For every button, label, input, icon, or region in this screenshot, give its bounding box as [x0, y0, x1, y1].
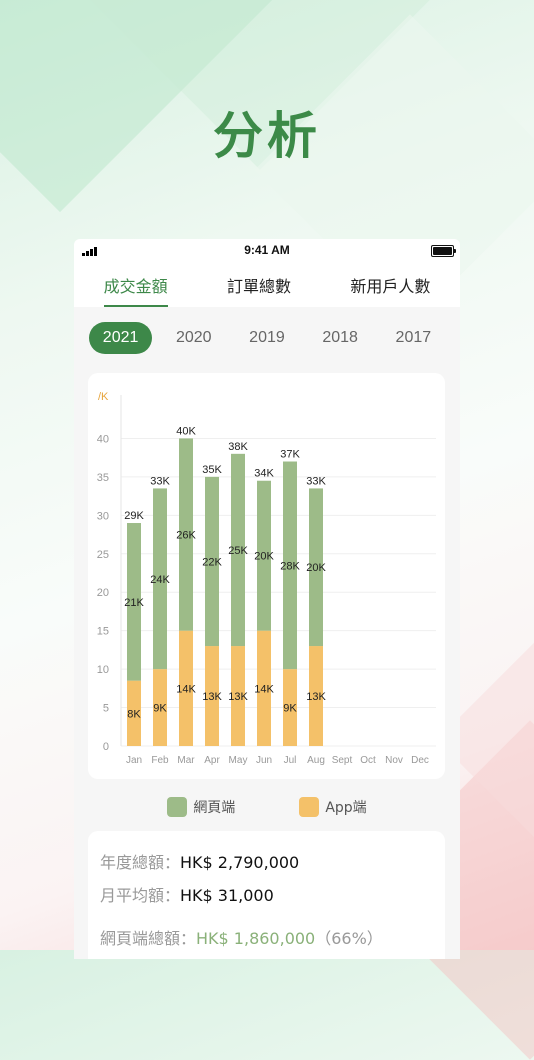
monthly-average-value: HK$ 31,000: [180, 886, 274, 905]
data-label-app: 9K: [153, 703, 167, 715]
data-label-total: 37K: [280, 449, 300, 461]
x-tick-label: Dec: [411, 755, 429, 766]
data-label-total: 33K: [306, 475, 326, 487]
x-tick-label: Apr: [204, 755, 220, 766]
chart-card: 0 5 10 15 20 25 30 35 40/K Jan 8K 21K 29K Feb 9K 24K 33K…: [88, 373, 445, 779]
data-label-web: 25K: [228, 545, 248, 557]
monthly-average-row: 月平均額：HK$ 31,000: [100, 882, 274, 906]
status-bar: 9:41 AM: [74, 239, 460, 263]
data-label-web: 28K: [280, 560, 300, 572]
year-option[interactable]: 2020: [162, 322, 226, 354]
data-label-total: 35K: [202, 464, 222, 476]
data-label-app: 9K: [283, 703, 297, 715]
phone-screen: 9:41 AM 成交金額 訂單總數 新用戶人數 2021 2020 2019 2…: [74, 239, 460, 959]
x-tick-label: Feb: [151, 755, 169, 766]
y-tick-label: 35: [97, 472, 109, 484]
data-label-web: 20K: [254, 551, 274, 563]
year-option[interactable]: 2019: [235, 322, 299, 354]
chart-legend: 網頁端 App端: [74, 797, 460, 817]
monthly-average-label: 月平均額：: [100, 886, 181, 905]
data-label-app: 14K: [176, 683, 196, 695]
y-tick-label: 20: [97, 587, 109, 599]
y-tick-label: 5: [103, 703, 109, 715]
data-label-total: 38K: [228, 441, 248, 453]
data-label-web: 22K: [202, 556, 222, 568]
x-tick-label: Sept: [332, 755, 353, 766]
web-total-percent: （66%）: [315, 929, 383, 948]
data-label-app: 13K: [228, 691, 248, 703]
annual-total-value: HK$ 2,790,000: [180, 853, 300, 872]
year-option[interactable]: 2018: [308, 322, 372, 354]
data-label-total: 34K: [254, 468, 274, 480]
x-tick-label: Oct: [360, 755, 376, 766]
x-tick-label: May: [229, 755, 248, 766]
y-tick-label: 30: [97, 510, 109, 522]
y-tick-label: 0: [103, 741, 109, 753]
data-label-web: 24K: [150, 574, 170, 586]
year-option[interactable]: 2021: [88, 322, 153, 354]
tab-order-count[interactable]: 訂單總數: [227, 273, 291, 297]
x-tick-label: Nov: [385, 755, 403, 766]
x-tick-label: Jun: [256, 755, 272, 766]
y-tick-label: 15: [97, 626, 109, 638]
x-tick-label: Aug: [307, 755, 325, 766]
year-option[interactable]: 2017: [382, 322, 446, 354]
unit-label: /K: [98, 391, 109, 403]
x-tick-label: Jul: [284, 755, 297, 766]
data-label-app: 8K: [127, 708, 141, 720]
legend-item-app: App端: [299, 797, 367, 817]
tab-transaction-amount[interactable]: 成交金額: [103, 273, 168, 307]
monthly-sales-chart: 0 5 10 15 20 25 30 35 40/K Jan 8K 21K 29K Feb 9K 24K 33K…: [97, 391, 436, 766]
legend-swatch-app: [299, 797, 320, 817]
annual-total-row: 年度總額：HK$ 2,790,000: [100, 849, 299, 873]
page-title: 分析: [213, 107, 321, 165]
legend-label-web: 網頁端: [193, 800, 236, 816]
year-selector: 2021 2020 2019 2018 2017: [74, 307, 460, 369]
y-tick-label: 40: [97, 433, 109, 445]
data-label-web: 26K: [176, 530, 196, 542]
battery-icon: [431, 245, 456, 257]
data-label-web: 20K: [306, 562, 326, 574]
data-label-app: 13K: [306, 691, 326, 703]
data-label-total: 40K: [176, 425, 196, 437]
data-label-total: 33K: [150, 475, 170, 487]
web-total-label: 網頁端總額：: [100, 929, 197, 948]
tab-bar: 成交金額 訂單總數 新用戶人數: [74, 263, 460, 307]
y-tick-label: 10: [97, 664, 109, 676]
web-total-value: HK$ 1,860,000: [196, 929, 316, 948]
x-tick-label: Jan: [126, 755, 142, 766]
legend-label-app: App端: [325, 800, 367, 816]
tab-new-users[interactable]: 新用戶人數: [350, 273, 430, 297]
legend-item-web: 網頁端: [167, 797, 235, 817]
y-tick-label: 25: [97, 549, 109, 561]
summary-card: 年度總額：HK$ 2,790,000 月平均額：HK$ 31,000 網頁端總額…: [88, 831, 445, 959]
data-label-total: 29K: [124, 510, 144, 522]
annual-total-label: 年度總額：: [100, 853, 181, 872]
data-label-web: 21K: [124, 597, 144, 609]
data-label-app: 13K: [202, 691, 222, 703]
data-label-app: 14K: [254, 683, 274, 695]
x-tick-label: Mar: [177, 755, 195, 766]
web-total-row: 網頁端總額：HK$ 1,860,000（66%）: [100, 925, 383, 949]
status-time: 9:41 AM: [244, 243, 290, 257]
legend-swatch-web: [167, 797, 188, 817]
